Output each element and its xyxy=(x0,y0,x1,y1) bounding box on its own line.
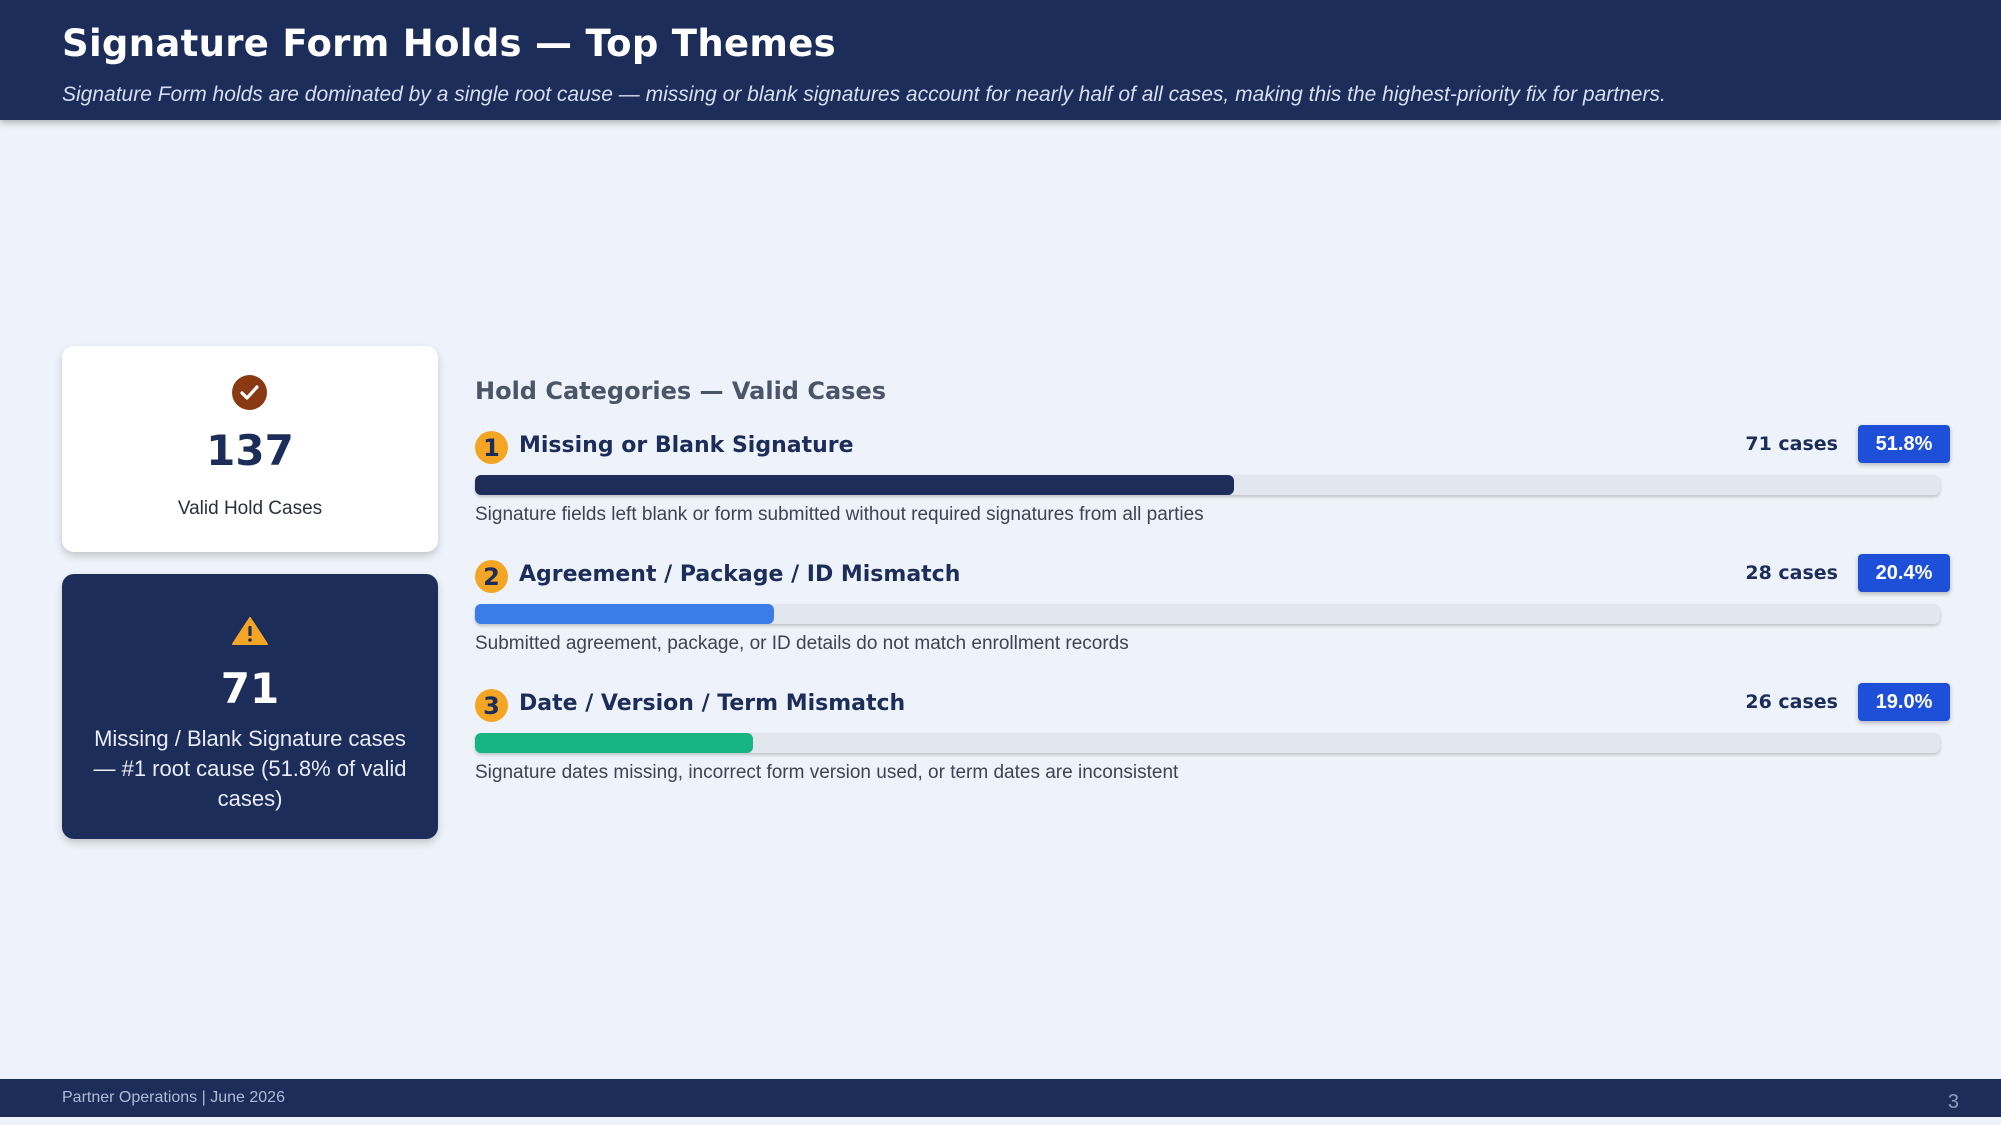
kpi-label: Missing / Blank Signature cases — #1 roo… xyxy=(93,726,407,811)
category-name: Agreement / Package / ID Mismatch xyxy=(519,562,961,587)
rank-badge: 1 xyxy=(475,431,508,464)
category-description: Signature fields left blank or form subm… xyxy=(475,504,1204,525)
case-count: 26 cases xyxy=(1745,691,1838,713)
percent-badge: 51.8% xyxy=(1858,425,1950,463)
case-count: 71 cases xyxy=(1745,433,1838,455)
category-name: Date / Version / Term Mismatch xyxy=(519,691,906,716)
progress-fill xyxy=(475,733,754,753)
category-description: Submitted agreement, package, or ID deta… xyxy=(475,633,1129,654)
footer-bar: Partner Operations | June 2026 3 xyxy=(0,1079,2001,1117)
category-name: Missing or Blank Signature xyxy=(519,433,854,458)
header-bar: Signature Form Holds — Top Themes Signat… xyxy=(0,0,2001,120)
page-title: Signature Form Holds — Top Themes xyxy=(62,22,836,65)
progress-track xyxy=(475,733,1940,753)
rank-badge: 2 xyxy=(475,560,508,593)
percent-badge: 19.0% xyxy=(1858,683,1950,721)
section-title: Hold Categories — Valid Cases xyxy=(475,377,886,405)
rank-badge: 3 xyxy=(475,689,508,722)
category-row: 2 Agreement / Package / ID Mismatch 28 c… xyxy=(475,554,1950,664)
check-circle-icon xyxy=(232,375,267,410)
category-row: 3 Date / Version / Term Mismatch 26 case… xyxy=(475,683,1950,793)
percent-badge: 20.4% xyxy=(1858,554,1950,592)
kpi-card-valid-cases: 137 Valid Hold Cases xyxy=(62,346,438,552)
kpi-value: 137 xyxy=(206,426,294,475)
progress-fill xyxy=(475,604,774,624)
progress-track xyxy=(475,475,1940,495)
progress-track xyxy=(475,604,1940,624)
case-count: 28 cases xyxy=(1745,562,1838,584)
warning-triangle-icon xyxy=(231,616,269,650)
category-description: Signature dates missing, incorrect form … xyxy=(475,762,1179,783)
page-number: 3 xyxy=(1947,1091,1959,1113)
kpi-card-top-cause: 71 Missing / Blank Signature cases — #1 … xyxy=(62,574,438,839)
page-subtitle: Signature Form holds are dominated by a … xyxy=(62,83,1666,106)
kpi-label: Valid Hold Cases xyxy=(177,498,323,519)
progress-fill xyxy=(475,475,1234,495)
category-row: 1 Missing or Blank Signature 71 cases 51… xyxy=(475,425,1950,535)
footer-text: Partner Operations | June 2026 xyxy=(62,1089,285,1106)
kpi-value: 71 xyxy=(220,664,280,713)
